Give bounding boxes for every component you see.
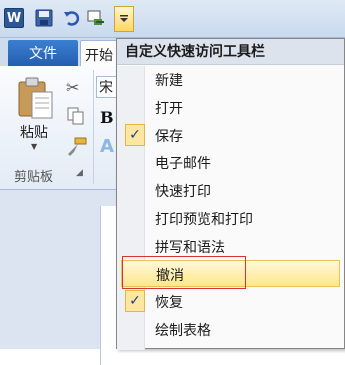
menu-item-save[interactable]: ✓ 保存 [117, 122, 344, 149]
menu-item-print-preview[interactable]: 打印预览和打印 [117, 205, 344, 232]
paste-options-arrow[interactable]: ▼ [31, 142, 37, 151]
format-painter-icon[interactable] [66, 136, 88, 158]
quick-access-toolbar: W [0, 0, 345, 38]
menu-item-label: 新建 [155, 73, 183, 89]
menu-item-spelling-grammar[interactable]: 拼写和语法 [117, 233, 344, 260]
menu-item-label: 撤消 [156, 268, 184, 284]
print-preview-icon[interactable] [86, 8, 106, 28]
menu-item-undo[interactable]: 撤消 [121, 260, 340, 287]
menu-item-label: 绘制表格 [155, 323, 211, 339]
menu-item-label: 电子邮件 [155, 156, 211, 172]
menu-item-open[interactable]: 打开 [117, 94, 344, 121]
menu-item-label: 快速打印 [155, 184, 211, 200]
menu-item-label: 打开 [155, 101, 183, 117]
menu-item-new[interactable]: 新建 [117, 66, 344, 93]
copy-icon[interactable] [66, 106, 86, 126]
menu-item-email[interactable]: 电子邮件 [117, 149, 344, 176]
menu-item-quick-print[interactable]: 快速打印 [117, 177, 344, 204]
clipboard-group-label: 剪贴板 [14, 170, 54, 185]
menu-item-redo[interactable]: ✓ 恢复 [117, 288, 344, 315]
word-app-icon[interactable]: W [4, 8, 24, 28]
save-icon[interactable] [34, 8, 54, 28]
paste-label[interactable]: 粘贴 [20, 122, 48, 142]
checkmark-icon: ✓ [125, 124, 145, 146]
menu-item-label: 保存 [155, 129, 183, 145]
menu-item-draw-table[interactable]: 绘制表格 [117, 316, 344, 343]
customize-qat-menu: 自定义快速访问工具栏 新建 打开 ✓ 保存 电子邮件 快速打印 打印预览和打印 … [116, 38, 345, 350]
clipboard-dialog-launcher-icon[interactable]: ◢ [76, 168, 83, 178]
menu-title: 自定义快速访问工具栏 [117, 39, 344, 65]
menu-item-label: 恢复 [155, 295, 183, 311]
undo-icon[interactable] [62, 8, 82, 28]
ribbon-group-separator [93, 70, 94, 184]
text-effects-button[interactable]: A [100, 136, 114, 157]
customize-qat-dropdown-button[interactable] [114, 6, 134, 32]
checkmark-icon: ✓ [125, 290, 145, 312]
menu-item-label: 打印预览和打印 [155, 212, 253, 228]
bold-button[interactable]: B [100, 108, 114, 127]
tab-file[interactable]: 文件 [8, 40, 78, 66]
menu-item-label: 拼写和语法 [155, 240, 225, 256]
paste-icon[interactable] [16, 76, 54, 120]
cut-icon[interactable]: ✂ [66, 78, 86, 98]
